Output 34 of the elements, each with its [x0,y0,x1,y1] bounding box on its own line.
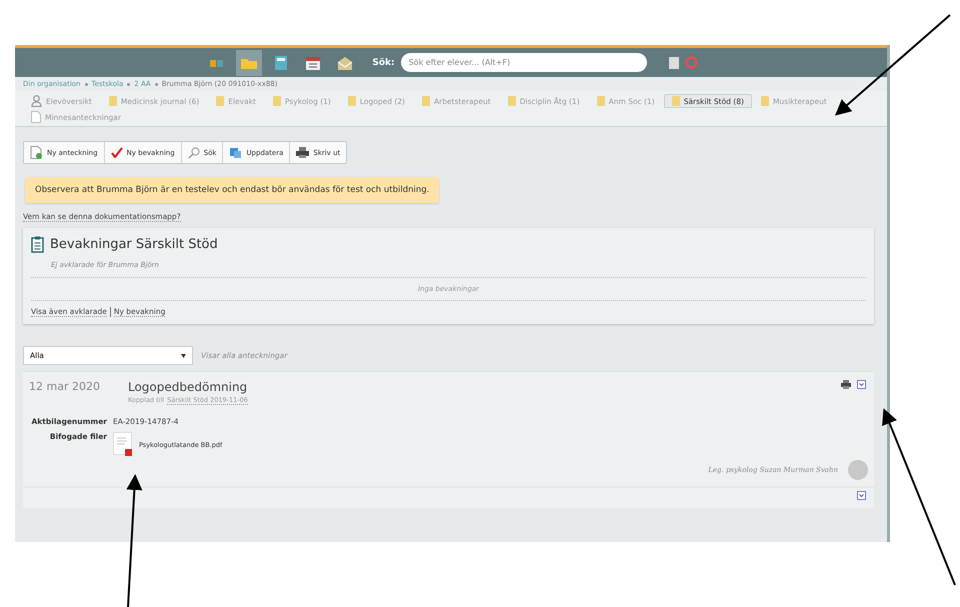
pdf-file-icon[interactable] [113,432,135,458]
expand-icon[interactable] [857,380,866,389]
document-icon [31,111,41,123]
new-document-icon [30,146,43,159]
clipboard-icon[interactable] [668,56,679,69]
folder-icon [108,96,117,106]
folder-icon [508,96,516,106]
folder-icon[interactable] [236,50,262,76]
printer-icon[interactable] [841,380,851,389]
folder-icon [273,96,281,106]
search-label: Sök: [372,58,395,68]
folder-icon [348,96,356,106]
folder-icon [596,96,605,106]
printer-icon [296,147,310,158]
expand-icon[interactable] [857,491,866,500]
checkmark-icon [110,147,123,158]
clipboard-icon [31,236,44,253]
person-icon [31,95,42,107]
warning-notice: Observera att Brumma Björn är en testelev och endast bör användas för test och utbildning. [25,177,440,203]
avatar [848,460,868,480]
folder-icon [760,96,769,106]
dropdown-arrow-icon [181,354,186,358]
separator-icon [127,82,130,86]
folder-icon [672,96,680,106]
entry-date: 12 mar 2020 [29,380,100,395]
folder-icon [422,96,430,106]
separator-icon [154,82,158,86]
refresh-icon [229,146,242,158]
search-field[interactable]: Sök efter elever... (Alt+F) [400,53,647,72]
entry-title: Logopedbedömning [128,380,248,394]
search-icon [188,146,200,158]
separator-icon [84,82,88,86]
card-title: Bevakningar Särskilt Stöd [50,237,218,252]
folder-icon [216,96,224,106]
